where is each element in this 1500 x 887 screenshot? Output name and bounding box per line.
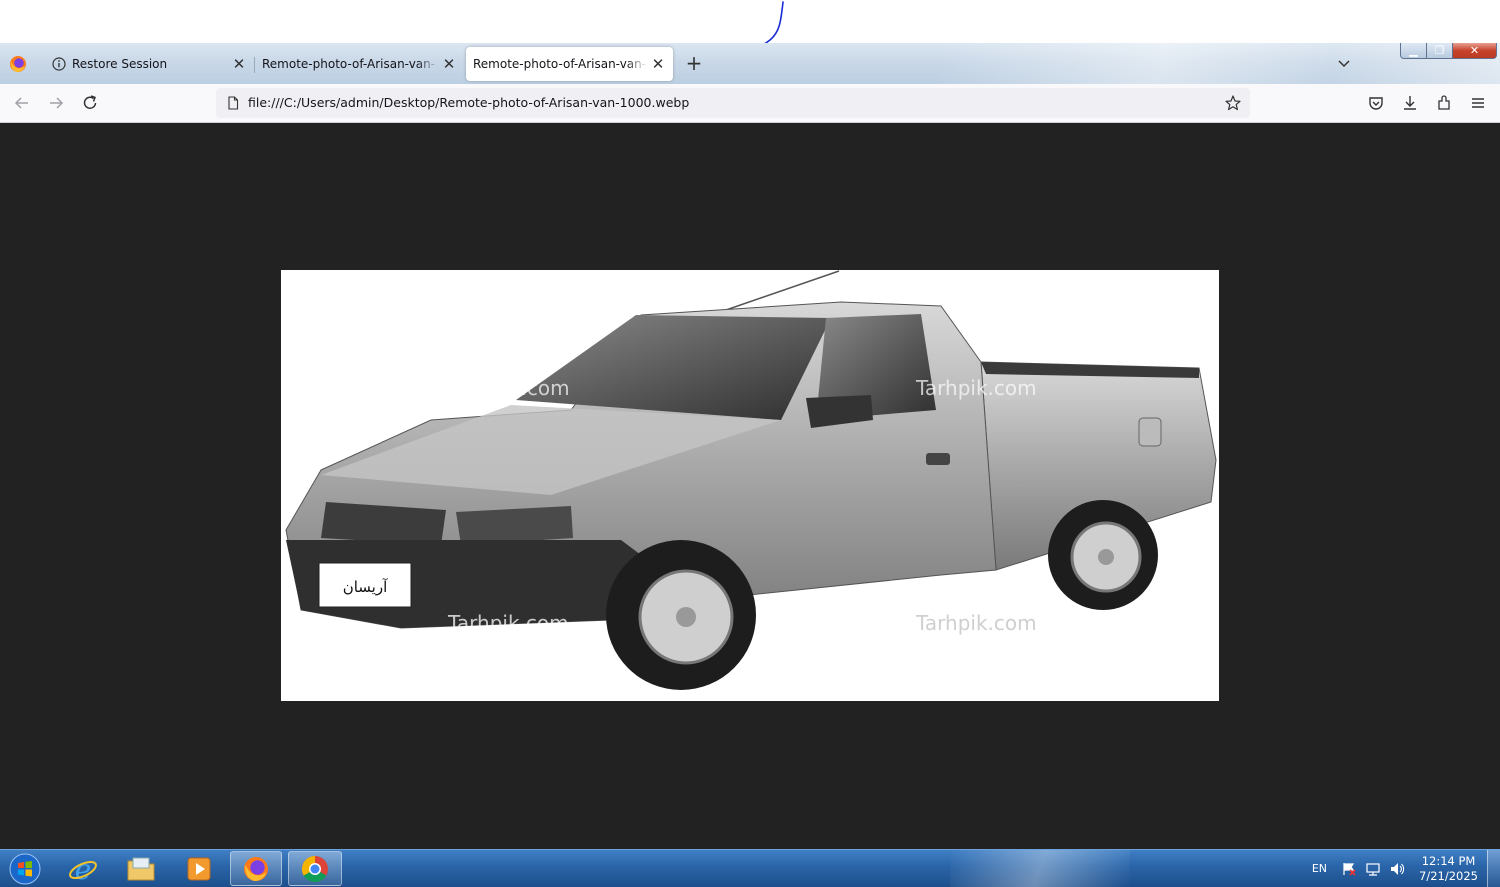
menu-icon[interactable] bbox=[1468, 93, 1488, 113]
watermark: Tarhpik.com bbox=[915, 376, 1037, 400]
pickup-truck-illustration: آریسان Tarhpik.com Tarhpik.com Tarhpik.c… bbox=[285, 270, 1217, 690]
info-icon bbox=[52, 57, 66, 71]
media-player-icon bbox=[187, 857, 211, 880]
tab-label: Remote-photo-of-Arisan-van-1000.webp bbox=[473, 57, 647, 71]
svg-text:e: e bbox=[75, 854, 92, 884]
window-controls: ▁ ❐ ✕ bbox=[1400, 43, 1497, 60]
taskbar-media-player[interactable] bbox=[176, 851, 222, 886]
tab-strip: Restore Session ✕ Remote-photo-of-Arisan… bbox=[0, 43, 1500, 84]
pocket-icon[interactable] bbox=[1366, 93, 1386, 113]
url-text[interactable]: file:///C:/Users/admin/Desktop/Remote-ph… bbox=[248, 95, 689, 110]
minimize-button[interactable]: ▁ bbox=[1400, 43, 1427, 59]
file-explorer-icon bbox=[127, 857, 155, 880]
extensions-icon[interactable] bbox=[1434, 93, 1454, 113]
van-photo[interactable]: آریسان Tarhpik.com Tarhpik.com Tarhpik.c… bbox=[281, 270, 1219, 701]
watermark: Tarhpik.com bbox=[915, 611, 1037, 635]
taskbar-firefox[interactable] bbox=[230, 851, 282, 886]
url-bar[interactable]: file:///C:/Users/admin/Desktop/Remote-ph… bbox=[216, 88, 1250, 118]
show-desktop-button[interactable] bbox=[1487, 850, 1500, 887]
flag-icon[interactable] bbox=[1341, 861, 1357, 877]
watermark: Tarhpik.com bbox=[448, 376, 570, 400]
firefox-logo-icon[interactable] bbox=[8, 54, 28, 74]
tab-photo-2-active[interactable]: Remote-photo-of-Arisan-van-1000.webp ✕ bbox=[466, 47, 673, 81]
forward-arrow-icon[interactable] bbox=[46, 93, 66, 113]
system-tray: EN 12:14 PM 7/21/2025 bbox=[1312, 850, 1478, 887]
close-window-button[interactable]: ✕ bbox=[1453, 43, 1497, 59]
close-icon[interactable]: ✕ bbox=[228, 55, 250, 73]
image-viewer: آریسان Tarhpik.com Tarhpik.com Tarhpik.c… bbox=[0, 123, 1500, 849]
maximize-button[interactable]: ❐ bbox=[1427, 43, 1453, 59]
plate-text: آریسان bbox=[343, 578, 388, 596]
tab-label: Restore Session bbox=[72, 57, 168, 71]
tab-photo-1[interactable]: Remote-photo-of-Arisan-van-1000.webp ✕ bbox=[254, 47, 464, 81]
windows-start-icon bbox=[9, 853, 41, 884]
chevron-down-icon[interactable] bbox=[1334, 53, 1354, 73]
taskbar-shine bbox=[950, 850, 1130, 887]
watermark: Tarhpik.com bbox=[447, 611, 569, 635]
speaker-icon[interactable] bbox=[1389, 861, 1405, 877]
firefox-icon bbox=[244, 856, 268, 881]
language-indicator[interactable]: EN bbox=[1312, 862, 1327, 875]
internet-explorer-icon: e bbox=[69, 854, 97, 884]
clock[interactable]: 12:14 PM 7/21/2025 bbox=[1419, 854, 1478, 884]
network-icon[interactable] bbox=[1365, 861, 1381, 877]
tab-restore-session[interactable]: Restore Session ✕ bbox=[40, 47, 254, 81]
page-icon bbox=[228, 96, 239, 110]
back-arrow-icon[interactable] bbox=[12, 93, 32, 113]
start-button[interactable] bbox=[2, 851, 48, 886]
chrome-icon bbox=[301, 855, 328, 882]
navigation-toolbar: file:///C:/Users/admin/Desktop/Remote-ph… bbox=[0, 84, 1500, 123]
tab-label: Remote-photo-of-Arisan-van-1000.webp bbox=[262, 57, 438, 71]
reload-icon[interactable] bbox=[80, 93, 100, 113]
star-icon[interactable] bbox=[1224, 94, 1242, 112]
download-icon[interactable] bbox=[1400, 93, 1420, 113]
taskbar-chrome[interactable] bbox=[288, 851, 342, 886]
close-icon[interactable]: ✕ bbox=[647, 55, 669, 73]
windows-taskbar: e EN 12:14 PM 7/21/2025 bbox=[0, 849, 1500, 887]
clock-date: 7/21/2025 bbox=[1419, 868, 1478, 883]
plus-icon[interactable]: + bbox=[683, 50, 705, 78]
taskbar-internet-explorer[interactable]: e bbox=[60, 851, 106, 886]
taskbar-file-explorer[interactable] bbox=[118, 851, 164, 886]
clock-time: 12:14 PM bbox=[1421, 853, 1476, 868]
close-icon[interactable]: ✕ bbox=[438, 55, 460, 73]
